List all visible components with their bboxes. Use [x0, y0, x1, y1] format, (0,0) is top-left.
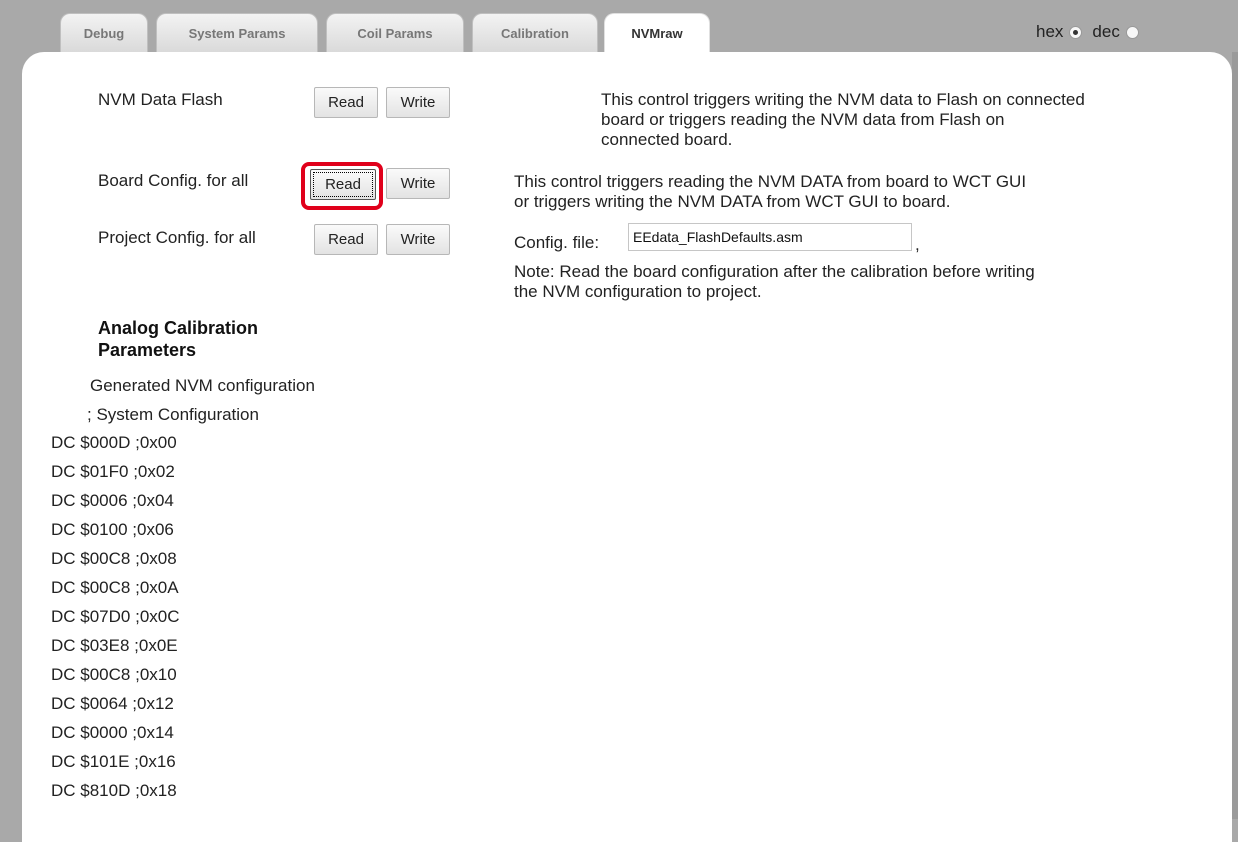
heading-line: Parameters: [98, 340, 197, 360]
nvm-line: DC $00C8 ;0x0A: [51, 578, 179, 597]
nvm-line: DC $03E8 ;0x0E: [51, 636, 178, 655]
heading-line: Analog Calibration: [98, 318, 259, 338]
project-config-read-button[interactable]: Read: [314, 224, 378, 255]
tab-calibration[interactable]: Calibration: [472, 13, 598, 53]
nvm-line: DC $000D ;0x00: [51, 433, 177, 452]
description-line: board or triggers reading the NVM data f…: [601, 110, 1005, 129]
nvm-line: DC $0006 ;0x04: [51, 491, 174, 510]
nvm-flash-write-button[interactable]: Write: [386, 87, 450, 118]
nvm-line: DC $00C8 ;0x10: [51, 665, 177, 684]
project-config-label: Project Config. for all: [98, 228, 256, 247]
analog-calibration-heading: Analog Calibration Parameters: [98, 317, 258, 361]
description-line: This control triggers writing the NVM da…: [601, 90, 1085, 109]
hex-label: hex: [1036, 22, 1064, 41]
tab-debug[interactable]: Debug: [60, 13, 148, 53]
note-text: Note: Read the board configuration after…: [514, 262, 1035, 302]
board-config-write-button[interactable]: Write: [386, 168, 450, 199]
nvm-line: DC $01F0 ;0x02: [51, 462, 175, 481]
nvm-flash-label: NVM Data Flash: [98, 90, 223, 109]
note-line: Note: Read the board configuration after…: [514, 262, 1035, 281]
nvm-line: DC $07D0 ;0x0C: [51, 607, 180, 626]
format-selector: hex dec: [1036, 22, 1149, 42]
system-config-label: ; System Configuration: [87, 405, 259, 424]
project-config-write-button[interactable]: Write: [386, 224, 450, 255]
hex-radio[interactable]: [1069, 25, 1083, 39]
nvm-line: DC $101E ;0x16: [51, 752, 176, 771]
nvm-flash-description: This control triggers writing the NVM da…: [601, 90, 1085, 150]
dec-label: dec: [1092, 22, 1120, 41]
generated-config-label: Generated NVM configuration: [90, 376, 315, 395]
highlight-box: [301, 162, 383, 210]
config-file-label: Config. file:: [514, 233, 600, 252]
nvm-line: DC $0100 ;0x06: [51, 520, 174, 539]
board-config-description: This control triggers reading the NVM DA…: [514, 172, 1026, 212]
description-line: connected board.: [601, 130, 733, 149]
config-file-input[interactable]: [628, 223, 912, 251]
nvm-line: DC $0000 ;0x14: [51, 723, 174, 742]
scrollbar[interactable]: [1232, 52, 1238, 819]
config-file-suffix: ,: [915, 235, 920, 254]
board-config-label: Board Config. for all: [98, 171, 249, 190]
tab-coil-params[interactable]: Coil Params: [326, 13, 464, 53]
nvm-line: DC $810D ;0x18: [51, 781, 177, 800]
tab-bar: Debug System Params Coil Params Calibrat…: [0, 0, 1238, 59]
description-line: or triggers writing the NVM DATA from WC…: [514, 192, 951, 211]
note-line: the NVM configuration to project.: [514, 282, 762, 301]
nvm-flash-read-button[interactable]: Read: [314, 87, 378, 118]
nvm-line: DC $00C8 ;0x08: [51, 549, 177, 568]
description-line: This control triggers reading the NVM DA…: [514, 172, 1027, 191]
dec-radio[interactable]: [1125, 25, 1139, 39]
nvm-line: DC $0064 ;0x12: [51, 694, 174, 713]
tab-system-params[interactable]: System Params: [156, 13, 318, 53]
